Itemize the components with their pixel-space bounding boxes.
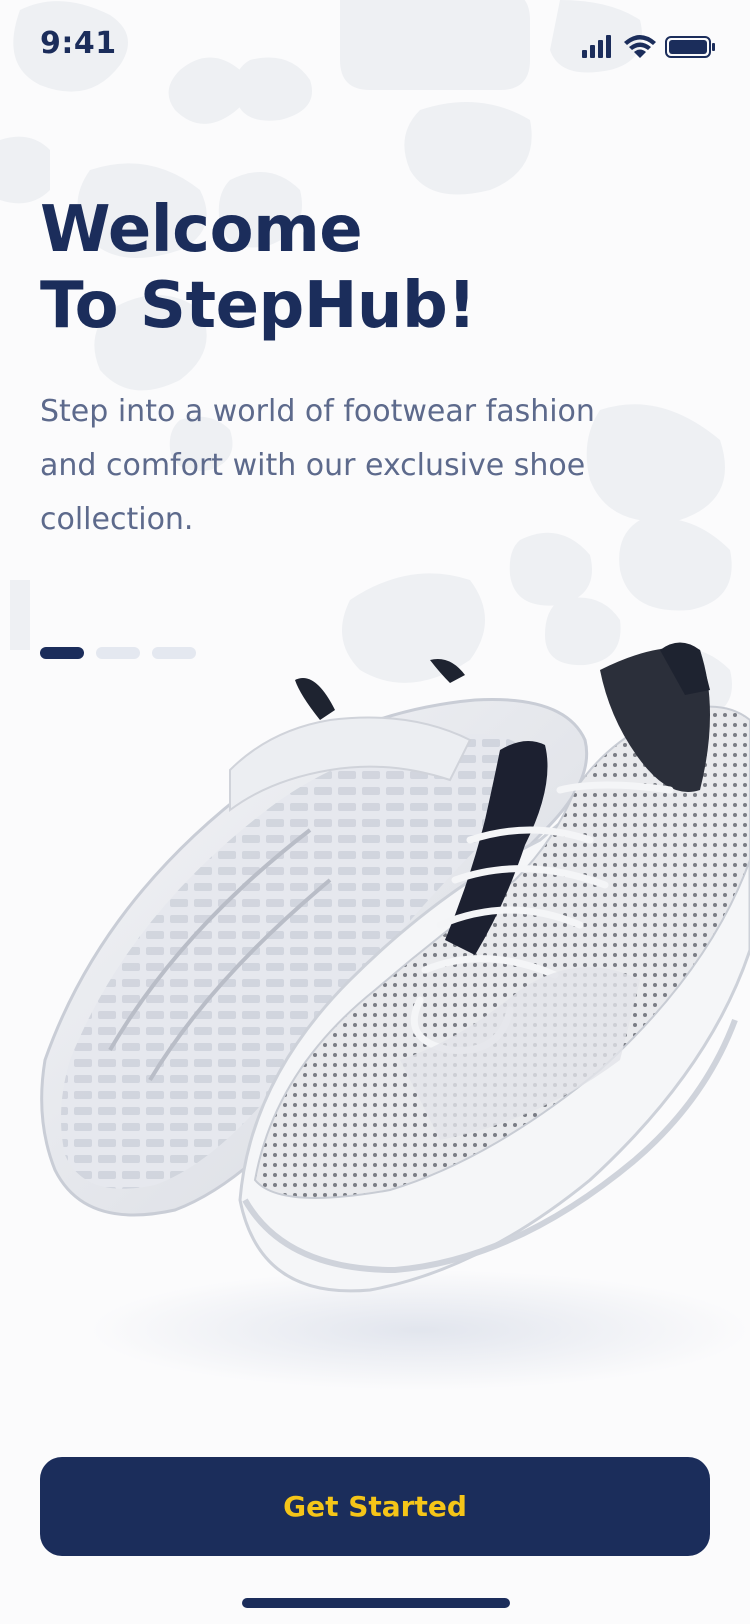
home-indicator: [242, 1598, 510, 1608]
status-time: 9:41: [40, 26, 117, 61]
status-icons: [582, 35, 715, 58]
status-bar: 9:41: [0, 0, 750, 90]
shoe-shadow: [90, 1270, 750, 1390]
onboarding-screen: 9:41 Welcome To StepHub! Step into a wor…: [0, 0, 750, 1624]
welcome-title: Welcome To StepHub!: [40, 192, 700, 344]
get-started-button[interactable]: Get Started: [40, 1457, 710, 1556]
welcome-subtitle: Step into a world of footwear fashion an…: [40, 394, 595, 537]
welcome-title-line1: Welcome: [40, 193, 363, 267]
welcome-title-line2: To StepHub!: [40, 269, 476, 343]
battery-icon: [665, 36, 715, 58]
wifi-icon: [624, 35, 656, 58]
white-knit-sneakers-image: [40, 642, 750, 1390]
cellular-signal-icon: [582, 35, 611, 58]
